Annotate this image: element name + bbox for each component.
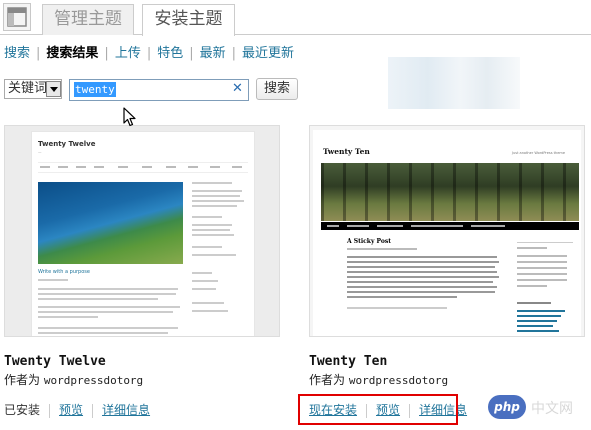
separator: | xyxy=(189,46,194,61)
search-query-text[interactable]: twenty xyxy=(74,82,116,97)
subnav-featured[interactable]: 特色 xyxy=(157,46,183,61)
thumb-calendar xyxy=(517,242,573,297)
watermark-text: 中文网 xyxy=(531,401,573,417)
tab-install-themes[interactable]: 安装主题 xyxy=(142,4,235,36)
theme-name: Twenty Twelve xyxy=(4,354,106,369)
subnav-newest[interactable]: 最新 xyxy=(200,46,226,61)
theme-actions: 已安装 预览 详细信息 xyxy=(4,402,150,418)
chevron-down-icon[interactable] xyxy=(46,81,61,97)
thumb-post-title: A Sticky Post xyxy=(347,238,392,245)
mouse-cursor-icon xyxy=(123,107,137,131)
separator: | xyxy=(146,46,152,61)
thumb-nav xyxy=(321,222,579,230)
thumb-coast-image xyxy=(38,182,183,264)
author-name: wordpressdotorg xyxy=(348,374,449,387)
separator: | xyxy=(231,46,237,61)
theme-author: 作者为 wordpressdotorg xyxy=(309,371,448,388)
subnav-recently-updated[interactable]: 最近更新 xyxy=(242,46,294,61)
separator: | xyxy=(104,46,109,61)
author-prefix: 作者为 xyxy=(309,373,346,387)
subnav-search[interactable]: 搜索 xyxy=(4,46,30,61)
theme-name: Twenty Ten xyxy=(309,354,388,369)
clear-search-icon[interactable]: ✕ xyxy=(232,81,243,97)
installed-status: 已安装 xyxy=(4,403,41,417)
thumb-post-link: Write with a purpose xyxy=(38,269,90,275)
blurred-region xyxy=(388,57,520,109)
details-link[interactable]: 详细信息 xyxy=(102,403,150,417)
author-name: wordpressdotorg xyxy=(43,374,144,387)
theme-screenshot-twenty-twelve[interactable]: Twenty Twelve — Write with a purpose xyxy=(4,125,280,337)
watermark: php 中文网 xyxy=(488,394,591,424)
thumb-site-title: Twenty Twelve xyxy=(38,140,96,148)
thumb-header-image xyxy=(321,163,579,221)
appearance-icon xyxy=(3,3,31,31)
subnav-search-results[interactable]: 搜索结果 xyxy=(46,46,98,61)
author-prefix: 作者为 xyxy=(4,373,41,387)
search-button[interactable]: 搜索 xyxy=(256,78,298,100)
php-logo: php xyxy=(488,395,526,419)
preview-link[interactable]: 预览 xyxy=(59,403,83,417)
highlight-box xyxy=(298,394,458,425)
theme-screenshot-twenty-ten[interactable]: Twenty Ten Just another WordPress theme … xyxy=(309,125,585,337)
thumb-nav xyxy=(38,162,248,173)
tab-manage-themes[interactable]: 管理主题 xyxy=(42,4,134,35)
thumb-tagline: Just another WordPress theme xyxy=(512,151,565,155)
separator: | xyxy=(36,46,41,61)
subnav: 搜索 | 搜索结果 | 上传 | 特色 | 最新 | 最近更新 xyxy=(4,45,294,63)
theme-author: 作者为 wordpressdotorg xyxy=(4,371,143,388)
subnav-upload[interactable]: 上传 xyxy=(115,46,141,61)
thumb-site-title: Twenty Ten xyxy=(323,147,370,156)
